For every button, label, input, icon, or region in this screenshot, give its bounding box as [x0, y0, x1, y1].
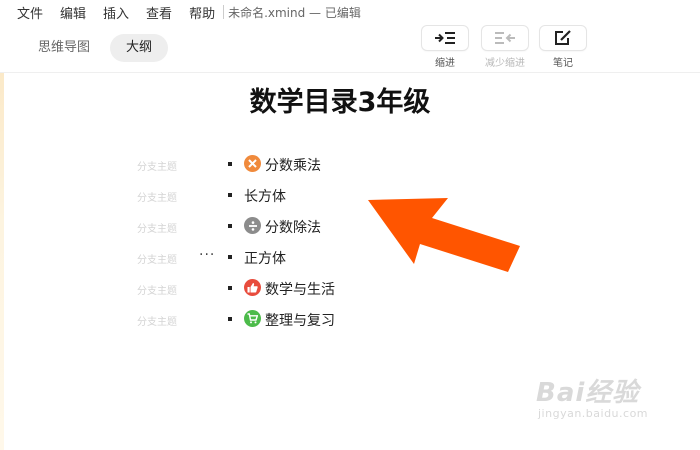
outdent-tool: 减少缩进 [481, 26, 529, 69]
bullet [228, 286, 232, 290]
topic-label[interactable]: 分数除法 [265, 217, 321, 237]
menu-help[interactable]: 帮助 [189, 3, 215, 22]
ghost-placeholder: 分支主题 [137, 255, 177, 266]
indent-tool: 缩进 [421, 26, 469, 69]
multiply-icon [244, 155, 261, 172]
outline-row[interactable]: 分支主题 长方体 [0, 185, 700, 207]
watermark-url: jingyan.baidu.com [538, 407, 649, 420]
outdent-icon [495, 32, 515, 44]
cart-icon [244, 310, 261, 327]
indent-label: 缩进 [435, 58, 455, 69]
menu-separator [223, 5, 225, 19]
bullet [228, 317, 232, 321]
watermark-logo-text: Bai经验 [536, 378, 640, 408]
outline-row[interactable]: 分支主题 数学与生活 [0, 278, 700, 300]
topic-label[interactable]: 整理与复习 [265, 310, 335, 330]
indent-button[interactable] [422, 26, 468, 50]
toolbar-divider [0, 72, 700, 73]
menu-insert[interactable]: 插入 [103, 3, 129, 22]
bullet [228, 224, 232, 228]
menu-view[interactable]: 查看 [146, 3, 172, 22]
ghost-placeholder: 分支主题 [137, 193, 177, 204]
bullet [228, 193, 232, 197]
topic-label[interactable]: 正方体 [244, 248, 286, 268]
topic-label[interactable]: 分数乘法 [265, 155, 321, 175]
note-edit-icon [555, 30, 571, 45]
outdent-label: 减少缩进 [485, 58, 525, 69]
outdent-button[interactable] [482, 26, 528, 50]
more-options-icon[interactable]: ··· [199, 247, 215, 263]
ghost-placeholder: 分支主题 [137, 224, 177, 235]
topic-label[interactable]: 长方体 [244, 186, 286, 206]
baidu-watermark: Bai经验 jingyan.baidu.com [536, 372, 648, 420]
bullet [228, 255, 232, 259]
outline-row[interactable]: 分支主题 整理与复习 [0, 309, 700, 331]
notes-button[interactable] [540, 26, 586, 50]
notes-label: 笔记 [553, 58, 573, 69]
bullet [228, 162, 232, 166]
menu-file[interactable]: 文件 [17, 3, 43, 22]
toolbar: 缩进 减少缩进 笔记 [0, 26, 700, 72]
ghost-placeholder: 分支主题 [137, 286, 177, 297]
outline-row[interactable]: 分支主题 ··· 正方体 [0, 247, 700, 269]
menu-edit[interactable]: 编辑 [60, 3, 86, 22]
outline-central-topic[interactable]: 数学目录3年级 [0, 80, 680, 119]
outline-row[interactable]: 分支主题 分数除法 [0, 216, 700, 238]
topic-label[interactable]: 数学与生活 [265, 279, 335, 299]
outline-row[interactable]: 分支主题 分数乘法 [0, 154, 700, 176]
divide-icon [244, 217, 261, 234]
indent-icon [435, 32, 455, 44]
thumbs-up-icon [244, 279, 261, 296]
ghost-placeholder: 分支主题 [137, 317, 177, 328]
document-title: 未命名.xmind — 已编辑 [228, 5, 361, 20]
menu-bar: 文件 编辑 插入 查看 帮助 未命名.xmind — 已编辑 [0, 0, 700, 24]
ghost-placeholder: 分支主题 [137, 162, 177, 173]
notes-tool: 笔记 [539, 26, 587, 69]
annotation-arrow [368, 198, 520, 272]
